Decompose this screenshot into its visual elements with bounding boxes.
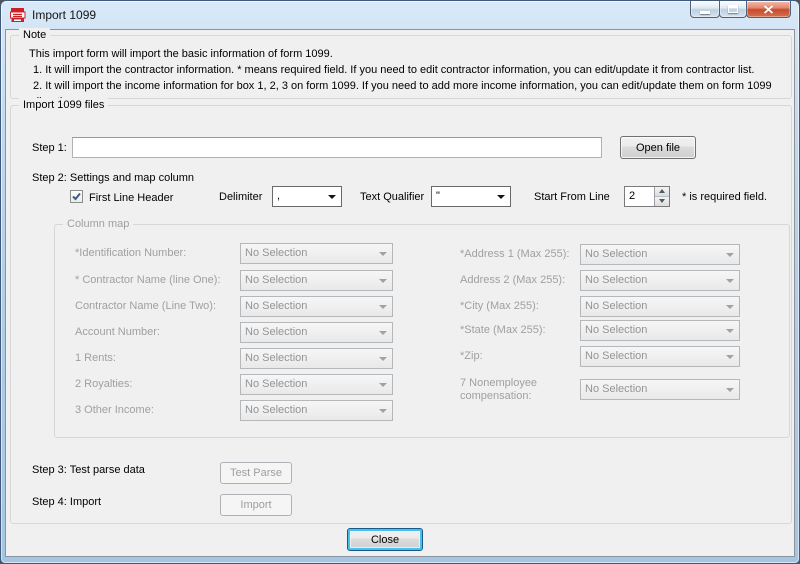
column-map-groupbox-title: Column map: [63, 217, 133, 231]
app-icon: [10, 7, 26, 23]
import-1099-window: Import 1099 Note This import form will i…: [0, 0, 800, 564]
note-groupbox-title: Note: [19, 28, 50, 42]
map-field-label: 7 Nonemployee compensation:: [460, 377, 572, 403]
text-qualifier-label: Text Qualifier: [360, 190, 424, 204]
maximize-icon: [728, 5, 738, 13]
import-files-groupbox-title: Import 1099 files: [19, 98, 108, 112]
map-field-label: *City (Max 255):: [460, 299, 539, 313]
map-field-row: *City (Max 255): No Selection: [55, 296, 775, 317]
start-from-line-spinner[interactable]: 2: [624, 186, 670, 207]
delimiter-value: ,: [277, 190, 280, 202]
start-from-line-value: 2: [629, 190, 635, 202]
note-line: This import form will import the basic i…: [29, 46, 791, 62]
chevron-down-icon: [726, 305, 734, 309]
text-qualifier-value: ": [436, 190, 440, 202]
open-file-button[interactable]: Open file: [620, 136, 696, 159]
delimiter-label: Delimiter: [219, 190, 262, 204]
map-field-row: *Address 1 (Max 255): No Selection: [55, 244, 775, 265]
checkbox-label: First Line Header: [89, 191, 173, 205]
map-field-row: *State (Max 255): No Selection: [55, 320, 775, 341]
spinner-buttons: [654, 187, 669, 206]
map-field-row: *Zip: No Selection: [55, 346, 775, 367]
note-groupbox: Note This import form will import the ba…: [10, 35, 792, 99]
map-field-dropdown: No Selection: [240, 400, 393, 421]
test-parse-button: Test Parse: [220, 462, 292, 484]
chevron-down-icon: [497, 195, 505, 199]
column-map-groupbox: Column map *Identification Number: No Se…: [54, 224, 790, 438]
chevron-down-icon: [328, 195, 336, 199]
titlebar: Import 1099: [1, 1, 799, 29]
chevron-down-icon: [726, 279, 734, 283]
map-field-label: *Zip:: [460, 349, 483, 363]
file-path-input[interactable]: [72, 137, 602, 158]
close-icon: [763, 5, 774, 14]
map-field-dropdown: No Selection: [580, 346, 740, 367]
map-field-dropdown: No Selection: [580, 296, 740, 317]
close-window-button[interactable]: [746, 1, 791, 18]
map-field-label: *State (Max 255):: [460, 323, 546, 337]
map-field-label: *Address 1 (Max 255):: [460, 247, 569, 261]
spinner-down-button[interactable]: [655, 197, 669, 207]
map-field-label: 3 Other Income:: [75, 403, 154, 417]
chevron-down-icon: [379, 409, 387, 413]
start-from-line-label: Start From Line: [534, 190, 610, 204]
spinner-up-button[interactable]: [655, 187, 669, 197]
import-button: Import: [220, 494, 292, 516]
map-field-dropdown: No Selection: [580, 379, 740, 400]
chevron-down-icon: [726, 355, 734, 359]
delimiter-dropdown[interactable]: ,: [272, 186, 342, 207]
note-text: This import form will import the basic i…: [29, 46, 791, 110]
chevron-down-icon: [726, 388, 734, 392]
dialog-client-area: Note This import form will import the ba…: [5, 29, 795, 557]
minimize-button[interactable]: [690, 1, 720, 18]
step4-label: Step 4: Import: [32, 495, 101, 509]
map-field-dropdown: No Selection: [580, 270, 740, 291]
map-field-label: Address 2 (Max 255):: [460, 273, 565, 287]
map-field-row: Address 2 (Max 255): No Selection: [55, 270, 775, 291]
check-icon: [72, 192, 81, 201]
chevron-down-icon: [726, 253, 734, 257]
close-button[interactable]: Close: [347, 528, 423, 551]
step2-label: Step 2: Settings and map column: [32, 171, 194, 185]
text-qualifier-dropdown[interactable]: ": [431, 186, 511, 207]
map-field-row: 7 Nonemployee compensation: No Selection: [55, 379, 775, 400]
map-field-row: 3 Other Income: No Selection: [55, 400, 415, 421]
window-title: Import 1099: [32, 8, 96, 22]
note-line: 1. It will import the contractor informa…: [29, 62, 791, 78]
map-field-dropdown: No Selection: [580, 244, 740, 265]
checkbox-box: [70, 190, 83, 203]
map-field-dropdown: No Selection: [580, 320, 740, 341]
window-controls: [691, 1, 791, 18]
maximize-button[interactable]: [719, 1, 747, 18]
minimize-icon: [700, 11, 710, 14]
required-field-note: * is required field.: [682, 190, 767, 204]
chevron-down-icon: [659, 199, 665, 203]
step1-label: Step 1:: [32, 141, 67, 155]
step3-label: Step 3: Test parse data: [32, 463, 145, 477]
chevron-up-icon: [659, 189, 665, 193]
chevron-down-icon: [726, 329, 734, 333]
